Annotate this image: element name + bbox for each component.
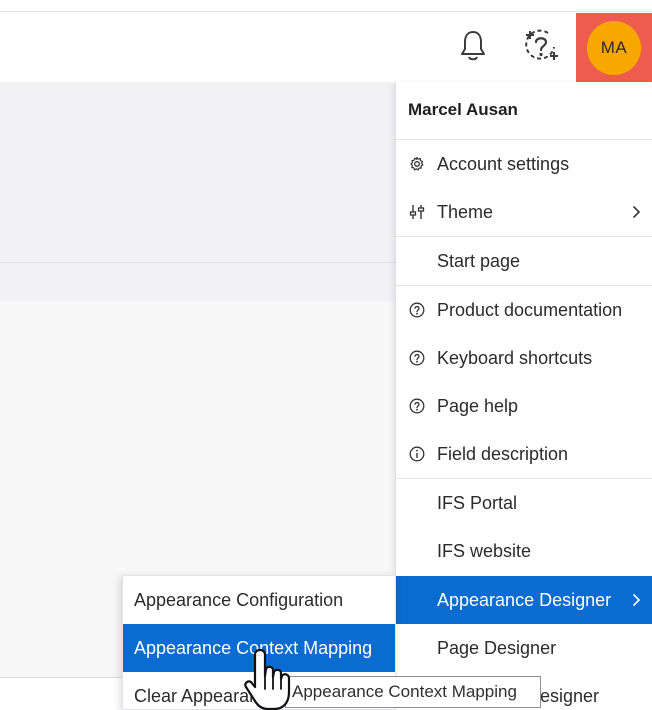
menu-item-label: IFS website bbox=[437, 540, 532, 561]
menu-item-start-page[interactable]: Start page bbox=[396, 237, 652, 285]
info-circle-icon bbox=[408, 445, 426, 463]
menu-item-field-description[interactable]: Field description bbox=[396, 430, 652, 478]
question-circle-plus-icon bbox=[525, 29, 558, 60]
submenu-item-label: Appearance Configuration bbox=[134, 589, 344, 610]
question-circle-icon bbox=[408, 301, 426, 319]
user-avatar-button[interactable]: MA bbox=[576, 13, 652, 83]
page-header-area bbox=[0, 82, 396, 262]
menu-item-label: Keyboard shortcuts bbox=[437, 347, 593, 368]
menu-item-label: Account settings bbox=[437, 153, 570, 174]
menu-item-label: IFS Portal bbox=[437, 492, 518, 513]
menu-item-label: Appearance Designer bbox=[437, 589, 612, 610]
chevron-right-icon bbox=[631, 203, 641, 221]
header-divider bbox=[0, 11, 652, 12]
user-menu: Marcel Ausan Account settings Theme Star… bbox=[395, 82, 652, 710]
submenu-item-appearance-configuration[interactable]: Appearance Configuration bbox=[123, 576, 395, 624]
notifications-button[interactable] bbox=[453, 24, 493, 68]
question-circle-icon bbox=[408, 397, 426, 415]
hand-pointer-cursor-icon bbox=[244, 648, 291, 710]
user-name: Marcel Ausan bbox=[408, 100, 518, 119]
menu-item-label: Product documentation bbox=[437, 299, 623, 320]
menu-item-keyboard-shortcuts[interactable]: Keyboard shortcuts bbox=[396, 334, 652, 382]
menu-item-label: Page help bbox=[437, 395, 519, 416]
question-circle-icon bbox=[408, 349, 426, 367]
gear-icon bbox=[408, 155, 426, 173]
menu-item-account-settings[interactable]: Account settings bbox=[396, 140, 652, 188]
menu-item-label: Field description bbox=[437, 443, 569, 464]
menu-item-theme[interactable]: Theme bbox=[396, 188, 652, 236]
page-toolbar-area bbox=[0, 263, 396, 301]
tooltip: Appearance Context Mapping bbox=[285, 676, 541, 708]
chevron-right-icon bbox=[631, 591, 641, 609]
menu-item-appearance-designer[interactable]: Appearance Designer bbox=[396, 576, 652, 624]
avatar: MA bbox=[587, 21, 641, 75]
menu-item-label: Theme bbox=[437, 201, 494, 222]
sliders-icon bbox=[408, 203, 426, 221]
menu-item-page-designer[interactable]: Page Designer bbox=[396, 624, 652, 672]
menu-item-label: Page Designer bbox=[437, 637, 557, 658]
top-header: MA bbox=[0, 0, 652, 83]
help-button[interactable] bbox=[521, 24, 561, 68]
bell-icon bbox=[461, 31, 485, 61]
menu-item-ifs-portal[interactable]: IFS Portal bbox=[396, 479, 652, 527]
menu-item-label: Start page bbox=[437, 250, 521, 271]
menu-item-page-help[interactable]: Page help bbox=[396, 382, 652, 430]
menu-item-product-documentation[interactable]: Product documentation bbox=[396, 286, 652, 334]
menu-item-ifs-website[interactable]: IFS website bbox=[396, 527, 652, 575]
